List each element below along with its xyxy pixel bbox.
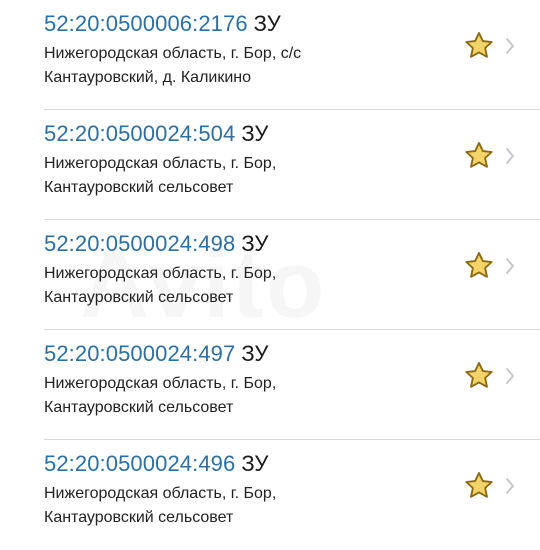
chevron-right-icon[interactable] [504, 367, 516, 385]
cadastral-number: 52:20:0500024:498 [44, 231, 236, 256]
object-kind: ЗУ [241, 231, 269, 256]
cadastral-number: 52:20:0500024:496 [44, 451, 236, 476]
address-line-1: Нижегородская область, г. Бор, [44, 485, 277, 502]
parcel-list: 52:20:0500006:2176 ЗУ Нижегородская облас… [0, 0, 540, 550]
star-icon[interactable] [462, 359, 496, 393]
cadastral-number: 52:20:0500006:2176 [44, 11, 248, 36]
object-kind: ЗУ [253, 11, 281, 36]
address: Нижегородская область, г. Бор, с/с Канта… [44, 42, 404, 90]
address: Нижегородская область, г. Бор, Кантауров… [44, 372, 404, 420]
object-kind: ЗУ [241, 121, 269, 146]
address: Нижегородская область, г. Бор, Кантауров… [44, 482, 404, 530]
address-line-1: Нижегородская область, г. Бор, [44, 155, 277, 172]
list-item[interactable]: 52:20:0500024:504 ЗУ Нижегородская област… [0, 110, 540, 220]
chevron-right-icon[interactable] [504, 147, 516, 165]
list-item[interactable]: 52:20:0500024:498 ЗУ Нижегородская област… [0, 220, 540, 330]
star-icon[interactable] [462, 29, 496, 63]
chevron-right-icon[interactable] [504, 37, 516, 55]
star-icon[interactable] [462, 139, 496, 173]
address: Нижегородская область, г. Бор, Кантауров… [44, 262, 404, 310]
list-item[interactable]: 52:20:0500006:2176 ЗУ Нижегородская облас… [0, 0, 540, 110]
star-icon[interactable] [462, 469, 496, 503]
address-line-2: Кантауровский сельсовет [44, 289, 234, 306]
object-kind: ЗУ [241, 451, 269, 476]
object-kind: ЗУ [241, 341, 269, 366]
address: Нижегородская область, г. Бор, Кантауров… [44, 152, 404, 200]
address-line-2: Кантауровский, д. Каликино [44, 69, 252, 86]
address-line-2: Кантауровский сельсовет [44, 179, 234, 196]
address-line-2: Кантауровский сельсовет [44, 509, 234, 526]
chevron-right-icon[interactable] [504, 257, 516, 275]
list-item[interactable]: 52:20:0500024:496 ЗУ Нижегородская област… [0, 440, 540, 550]
cadastral-number: 52:20:0500024:504 [44, 121, 236, 146]
chevron-right-icon[interactable] [504, 477, 516, 495]
address-line-1: Нижегородская область, г. Бор, с/с [44, 45, 302, 62]
list-item[interactable]: 52:20:0500024:497 ЗУ Нижегородская област… [0, 330, 540, 440]
address-line-1: Нижегородская область, г. Бор, [44, 265, 277, 282]
star-icon[interactable] [462, 249, 496, 283]
cadastral-number: 52:20:0500024:497 [44, 341, 236, 366]
address-line-1: Нижегородская область, г. Бор, [44, 375, 277, 392]
address-line-2: Кантауровский сельсовет [44, 399, 234, 416]
